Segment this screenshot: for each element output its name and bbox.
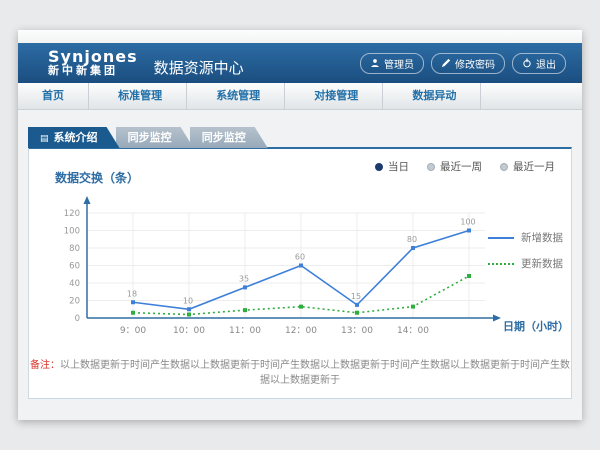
radio-label: 当日	[388, 159, 409, 174]
app-header: Synjones 新中新集团 数据资源中心 管理员 修改密码 退出	[18, 43, 582, 83]
tab-sync-monitor-2[interactable]: 同步监控	[190, 127, 268, 148]
tab-sync-monitor-1[interactable]: 同步监控	[116, 127, 194, 148]
user-button[interactable]: 管理员	[360, 53, 424, 74]
logo-english: Synjones	[48, 49, 138, 64]
footnote: 备注：以上数据更新于时间产生数据以上数据更新于时间产生数据以上数据更新于时间产生…	[29, 356, 571, 386]
solid-line-swatch-icon	[488, 237, 514, 239]
radio-dot-icon	[375, 163, 383, 171]
app-window: Synjones 新中新集团 数据资源中心 管理员 修改密码 退出 首页 标准管…	[18, 30, 582, 420]
window-top-strip	[18, 30, 582, 43]
nav-item-home[interactable]: 首页	[18, 83, 89, 109]
point-label: 100	[460, 218, 475, 227]
legend-item-update-data: 更新数据	[488, 256, 563, 271]
logout-label: 退出	[536, 56, 556, 71]
user-icon	[370, 58, 380, 68]
x-tick-label: 13：00	[341, 326, 373, 336]
point-label: 15	[351, 292, 361, 301]
data-point	[187, 313, 191, 317]
data-point	[355, 303, 359, 307]
synjones-logo: Synjones 新中新集团	[48, 49, 138, 77]
x-tick-label: 10：00	[173, 326, 205, 336]
tab-system-intro[interactable]: ▤ 系统介绍	[28, 127, 120, 148]
data-point	[411, 305, 415, 309]
time-range-filter: 当日 最近一周 最近一月	[375, 159, 555, 174]
y-tick-label: 0	[75, 314, 80, 324]
nav-item-integration-mgmt[interactable]: 对接管理	[290, 83, 383, 109]
exchange-chart-svg: 0 20 40 60 80 100 120 9：00 10：00 11：00 12：00 13：00 1…	[43, 188, 513, 340]
x-axis-arrow-icon	[493, 315, 501, 322]
point-label: 18	[127, 289, 137, 298]
data-point	[299, 264, 303, 268]
header-actions: 管理员 修改密码 退出	[360, 53, 566, 74]
nav-item-standard-mgmt[interactable]: 标准管理	[94, 83, 187, 109]
chart-legend: 新增数据 更新数据	[488, 230, 563, 282]
point-label: 35	[239, 274, 249, 283]
data-point	[131, 300, 135, 304]
change-password-button[interactable]: 修改密码	[431, 53, 505, 74]
tab-bar: ▤ 系统介绍 同步监控 同步监控	[28, 126, 582, 147]
document-icon: ▤	[40, 134, 49, 144]
radio-last-month[interactable]: 最近一月	[500, 159, 555, 174]
y-tick-label: 20	[69, 297, 80, 307]
content-panel: 当日 最近一周 最近一月 数据交换（条） 0204060801001209：00…	[28, 147, 572, 399]
footnote-text: 以上数据更新于时间产生数据以上数据更新于时间产生数据以上数据更新于时间产生数据以…	[60, 360, 570, 386]
nav-item-data-changes[interactable]: 数据异动	[388, 83, 481, 109]
x-tick-label: 11：00	[229, 326, 261, 336]
logout-button[interactable]: 退出	[512, 53, 566, 74]
power-icon	[522, 58, 532, 68]
x-tick-label: 9：00	[120, 326, 146, 336]
point-label: 60	[295, 253, 305, 262]
data-point	[243, 308, 247, 312]
y-axis-arrow-icon	[84, 196, 91, 204]
content-area: ▤ 系统介绍 同步监控 同步监控 当日 最近一周	[18, 110, 582, 420]
point-label: 10	[183, 296, 193, 305]
change-password-label: 修改密码	[455, 56, 495, 71]
y-tick-label: 100	[64, 227, 80, 237]
y-tick-label: 40	[69, 279, 80, 289]
radio-label: 最近一周	[440, 159, 482, 174]
tab-label: 同步监控	[128, 131, 172, 144]
x-tick-label: 12：00	[285, 326, 317, 336]
data-point	[355, 311, 359, 315]
y-tick-label: 80	[69, 244, 80, 254]
data-point	[467, 229, 471, 233]
point-label: 80	[407, 235, 417, 244]
y-tick-label: 60	[69, 262, 80, 272]
tab-label: 同步监控	[202, 131, 246, 144]
data-point	[467, 274, 471, 278]
user-label: 管理员	[384, 56, 414, 71]
x-tick-label: 14：00	[397, 326, 429, 336]
legend-label: 更新数据	[521, 256, 563, 271]
data-point	[131, 311, 135, 315]
legend-label: 新增数据	[521, 230, 563, 245]
main-nav: 首页 标准管理 系统管理 对接管理 数据异动	[18, 83, 582, 110]
data-point	[243, 285, 247, 289]
chart-x-axis-title: 日期（小时）	[503, 318, 569, 334]
edit-icon	[441, 58, 451, 68]
radio-today[interactable]: 当日	[375, 159, 409, 174]
footnote-label: 备注：	[30, 360, 60, 371]
legend-item-new-data: 新增数据	[488, 230, 563, 245]
radio-label: 最近一月	[513, 159, 555, 174]
radio-dot-icon	[427, 163, 435, 171]
data-point	[411, 246, 415, 250]
tab-label: 系统介绍	[54, 131, 98, 144]
radio-dot-icon	[500, 163, 508, 171]
y-tick-label: 120	[64, 209, 80, 219]
data-point	[187, 307, 191, 311]
data-point	[299, 305, 303, 309]
nav-item-system-mgmt[interactable]: 系统管理	[192, 83, 285, 109]
dotted-line-swatch-icon	[488, 263, 514, 265]
chart-container: 0 20 40 60 80 100 120 9：00 10：00 11：00 12：00 13：00 1…	[43, 188, 571, 344]
radio-last-week[interactable]: 最近一周	[427, 159, 482, 174]
app-title: 数据资源中心	[154, 57, 244, 78]
